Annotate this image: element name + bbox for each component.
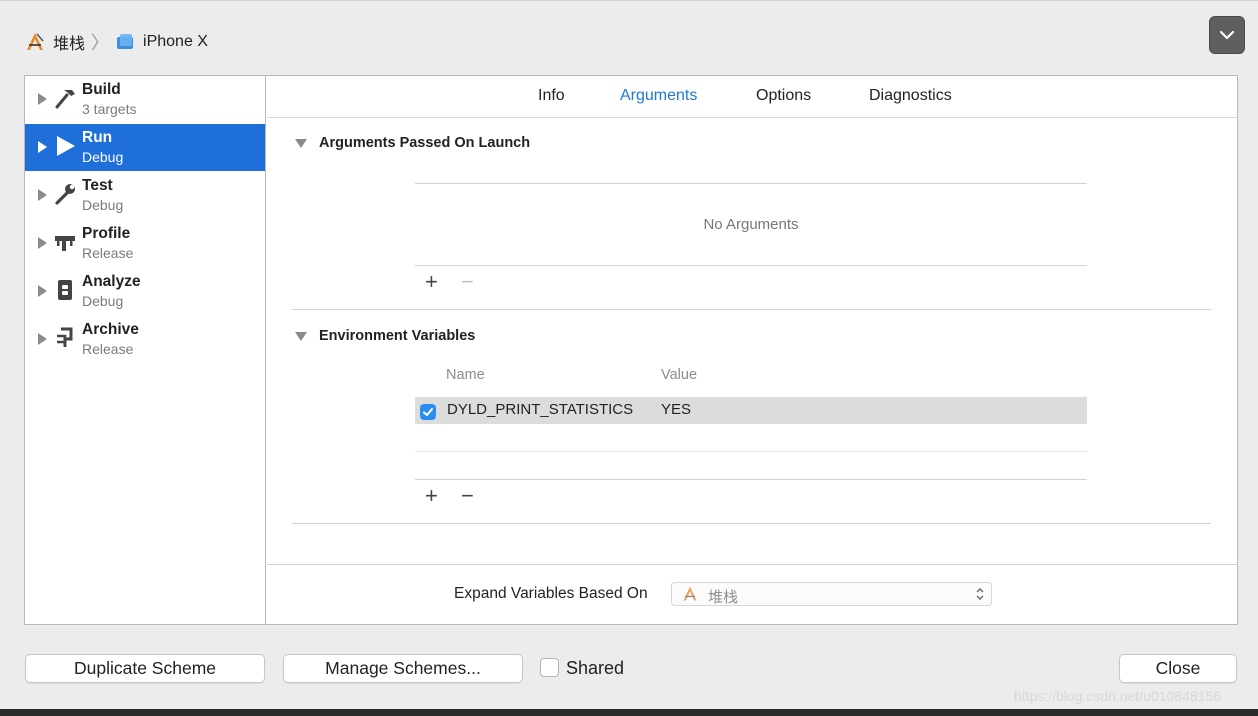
app-icon[interactable]: [24, 31, 46, 53]
device-icon[interactable]: [114, 31, 136, 53]
sidebar-item-subtitle: Release: [82, 341, 134, 357]
expand-variables-value: 堆栈: [708, 589, 739, 606]
analyze-icon: [52, 277, 78, 303]
sidebar-item-test[interactable]: Test Debug: [25, 172, 265, 219]
watermark: https://blog.csdn.net/u010848156: [1014, 688, 1222, 704]
scheme-editor: Build 3 targets Run Debug Test Debug Pro…: [24, 75, 1238, 625]
disclosure-triangle-icon[interactable]: [38, 285, 47, 297]
sidebar-item-title: Archive: [82, 321, 139, 338]
chevron-right-icon: 〉: [91, 33, 110, 53]
sidebar-item-title: Build: [82, 81, 121, 98]
close-button[interactable]: Close: [1119, 654, 1237, 683]
breadcrumb: 堆栈 〉 iPhone X: [24, 31, 208, 53]
divider: [415, 265, 1087, 266]
disclosure-triangle-icon[interactable]: [38, 189, 47, 201]
tab-options[interactable]: Options: [756, 87, 811, 105]
sidebar-item-subtitle: Debug: [82, 197, 124, 213]
table-row[interactable]: DYLD_PRINT_STATISTICS YES: [415, 397, 1087, 424]
add-argument-button[interactable]: +: [425, 271, 438, 293]
arguments-section-header[interactable]: Arguments Passed On Launch: [295, 135, 530, 151]
disclosure-triangle-icon: [295, 331, 307, 341]
disclosure-triangle-icon[interactable]: [38, 141, 47, 153]
chevron-down-icon: [1219, 30, 1235, 40]
disclosure-triangle-icon[interactable]: [38, 93, 47, 105]
value-column-header[interactable]: Value: [661, 367, 697, 383]
up-down-chevron-icon: [976, 588, 984, 600]
disclosure-triangle-icon[interactable]: [38, 333, 47, 345]
add-env-var-button[interactable]: +: [425, 485, 438, 507]
tab-arguments[interactable]: Arguments: [620, 87, 697, 105]
gauge-icon: [52, 229, 78, 255]
env-section-header[interactable]: Environment Variables: [295, 328, 475, 344]
disclosure-triangle-icon: [295, 138, 307, 148]
remove-argument-button[interactable]: −: [461, 271, 474, 293]
env-var-name[interactable]: DYLD_PRINT_STATISTICS: [447, 401, 633, 418]
sidebar-item-subtitle: Release: [82, 245, 134, 261]
divider: [415, 451, 1087, 452]
manage-schemes-button[interactable]: Manage Schemes...: [283, 654, 523, 683]
sidebar-item-archive[interactable]: Archive Release: [25, 316, 265, 363]
sidebar-item-subtitle: Debug: [82, 293, 124, 309]
env-section-title: Environment Variables: [319, 328, 476, 344]
tab-bar: Info Arguments Options Diagnostics: [267, 76, 1237, 118]
shared-label[interactable]: Shared: [566, 658, 624, 679]
env-var-value[interactable]: YES: [661, 401, 691, 418]
section-divider: [292, 309, 1211, 310]
checkmark-icon: [423, 408, 433, 416]
sidebar-item-title: Profile: [82, 225, 131, 242]
sidebar-item-title: Analyze: [82, 273, 141, 290]
window-bottom-edge: [0, 709, 1258, 716]
sidebar-item-title: Run: [82, 129, 113, 146]
scheme-detail-pane: Info Arguments Options Diagnostics Argum…: [267, 76, 1237, 624]
tab-info[interactable]: Info: [538, 87, 565, 105]
play-icon: [52, 133, 78, 159]
sidebar-item-subtitle: 3 targets: [82, 101, 137, 117]
arguments-section-title: Arguments Passed On Launch: [319, 135, 531, 151]
expand-variables-popup[interactable]: 堆栈: [671, 582, 992, 606]
breadcrumb-project[interactable]: 堆栈: [53, 30, 85, 54]
archive-icon: [52, 325, 78, 351]
divider: [415, 479, 1087, 480]
sidebar-item-profile[interactable]: Profile Release: [25, 220, 265, 267]
divider: [415, 183, 1087, 184]
sidebar-item-title: Test: [82, 177, 113, 194]
disclosure-triangle-icon[interactable]: [38, 237, 47, 249]
breadcrumb-device[interactable]: iPhone X: [143, 33, 208, 51]
sidebar-item-build[interactable]: Build 3 targets: [25, 76, 265, 123]
sidebar-item-subtitle: Debug: [82, 149, 124, 165]
remove-env-var-button[interactable]: −: [461, 485, 474, 507]
disclosure-button[interactable]: [1209, 16, 1245, 54]
wrench-icon: [52, 181, 78, 207]
hammer-icon: [52, 85, 78, 111]
sidebar-item-analyze[interactable]: Analyze Debug: [25, 268, 265, 315]
toolbar: 堆栈 〉 iPhone X: [0, 0, 1258, 76]
enabled-checkbox[interactable]: [420, 404, 436, 420]
shared-checkbox[interactable]: [540, 658, 559, 677]
duplicate-scheme-button[interactable]: Duplicate Scheme: [25, 654, 265, 683]
scheme-actions-sidebar: Build 3 targets Run Debug Test Debug Pro…: [25, 76, 266, 624]
tab-diagnostics[interactable]: Diagnostics: [869, 87, 952, 105]
name-column-header[interactable]: Name: [446, 367, 485, 383]
no-arguments-label: No Arguments: [703, 216, 799, 233]
footer-divider: [267, 564, 1237, 565]
app-icon: [680, 585, 700, 608]
expand-variables-label: Expand Variables Based On: [454, 585, 648, 602]
sidebar-item-run[interactable]: Run Debug: [25, 124, 265, 171]
section-divider: [292, 523, 1211, 524]
